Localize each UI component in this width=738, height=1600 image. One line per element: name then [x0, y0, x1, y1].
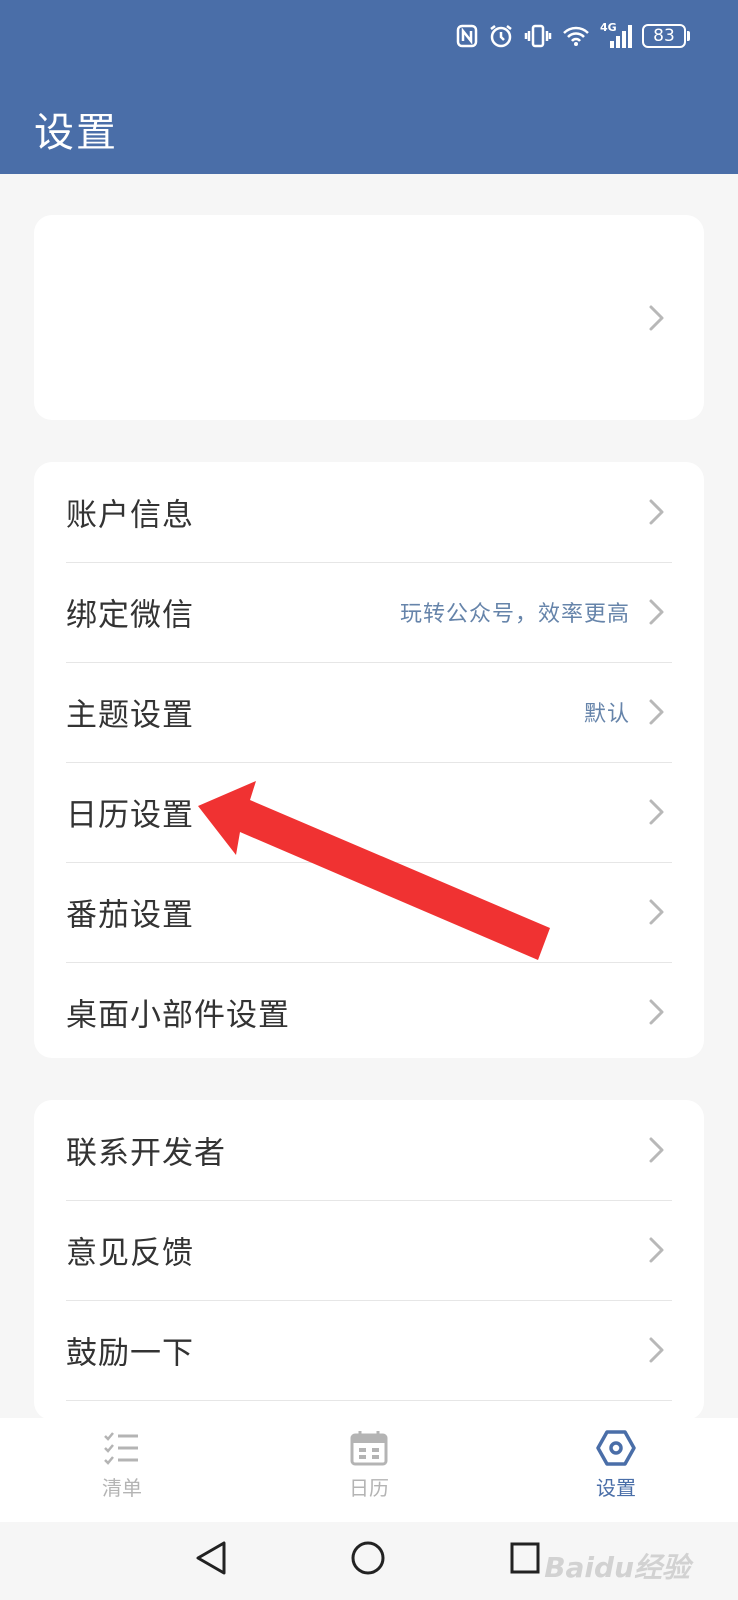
settings-group-support: 联系开发者 意见反馈 鼓励一下: [34, 1100, 704, 1420]
battery-indicator: 83: [642, 24, 690, 48]
chevron-right-icon: [649, 1337, 664, 1363]
tab-calendar[interactable]: 日历: [309, 1430, 429, 1501]
settings-group-general: 账户信息 绑定微信 玩转公众号，效率更高 主题设置 默认 日历设置 番茄设置 桌…: [34, 462, 704, 1058]
recents-icon[interactable]: [509, 1540, 541, 1576]
chevron-right-icon: [649, 999, 664, 1025]
settings-hexagon-icon: [596, 1430, 636, 1466]
settings-item-encourage[interactable]: 鼓励一下: [66, 1300, 672, 1401]
item-hint: 玩转公众号，效率更高: [399, 602, 630, 627]
settings-item-widget[interactable]: 桌面小部件设置: [66, 962, 672, 1062]
item-hint: 默认: [583, 702, 630, 727]
settings-item-pomodoro[interactable]: 番茄设置: [66, 862, 672, 963]
vibrate-icon: [524, 24, 552, 48]
tab-settings[interactable]: 设置: [556, 1430, 676, 1501]
battery-tip: [687, 31, 690, 41]
back-icon[interactable]: [194, 1540, 228, 1576]
chevron-right-icon: [649, 699, 664, 725]
home-icon[interactable]: [350, 1540, 386, 1576]
tab-label: 设置: [596, 1476, 636, 1500]
tab-checklist[interactable]: 清单: [62, 1430, 182, 1501]
settings-item-contact-developer[interactable]: 联系开发者: [66, 1100, 672, 1201]
nfc-icon: [456, 24, 478, 48]
battery-level: 83: [642, 24, 686, 48]
alarm-icon: [490, 25, 512, 48]
wifi-icon: [563, 26, 589, 46]
signal-icon: [610, 25, 632, 48]
item-label: 账户信息: [66, 497, 194, 534]
settings-item-theme[interactable]: 主题设置 默认: [66, 662, 672, 763]
settings-item-feedback[interactable]: 意见反馈: [66, 1200, 672, 1301]
chevron-right-icon: [649, 305, 664, 330]
settings-item-account-info[interactable]: 账户信息: [66, 462, 672, 563]
calendar-icon: [350, 1431, 388, 1466]
item-label: 联系开发者: [66, 1135, 226, 1172]
settings-item-calendar[interactable]: 日历设置: [66, 762, 672, 863]
checklist-icon: [104, 1432, 138, 1465]
item-label: 日历设置: [66, 797, 194, 834]
chevron-right-icon: [649, 499, 664, 525]
chevron-right-icon: [649, 1137, 664, 1163]
chevron-right-icon: [649, 599, 664, 625]
profile-card[interactable]: [34, 215, 704, 420]
chevron-right-icon: [649, 899, 664, 925]
bottom-tab-bar: 清单 日历 设置: [0, 1418, 738, 1522]
item-label: 意见反馈: [66, 1235, 194, 1272]
item-label: 桌面小部件设置: [66, 997, 290, 1034]
tab-label: 日历: [349, 1476, 389, 1500]
item-label: 番茄设置: [66, 897, 194, 934]
chevron-right-icon: [649, 1237, 664, 1263]
item-label: 主题设置: [66, 697, 194, 734]
page-title: 设置: [34, 110, 118, 156]
item-label: 鼓励一下: [66, 1335, 194, 1372]
signal-indicator: 4G: [600, 21, 632, 49]
app-header: 4G 83 设置: [0, 0, 738, 174]
item-label: 绑定微信: [66, 597, 194, 634]
settings-item-bind-wechat[interactable]: 绑定微信 玩转公众号，效率更高: [66, 562, 672, 663]
status-bar: 4G 83: [456, 21, 690, 50]
tab-label: 清单: [102, 1476, 142, 1500]
chevron-right-icon: [649, 799, 664, 825]
watermark: Baidu经验: [544, 1551, 690, 1584]
